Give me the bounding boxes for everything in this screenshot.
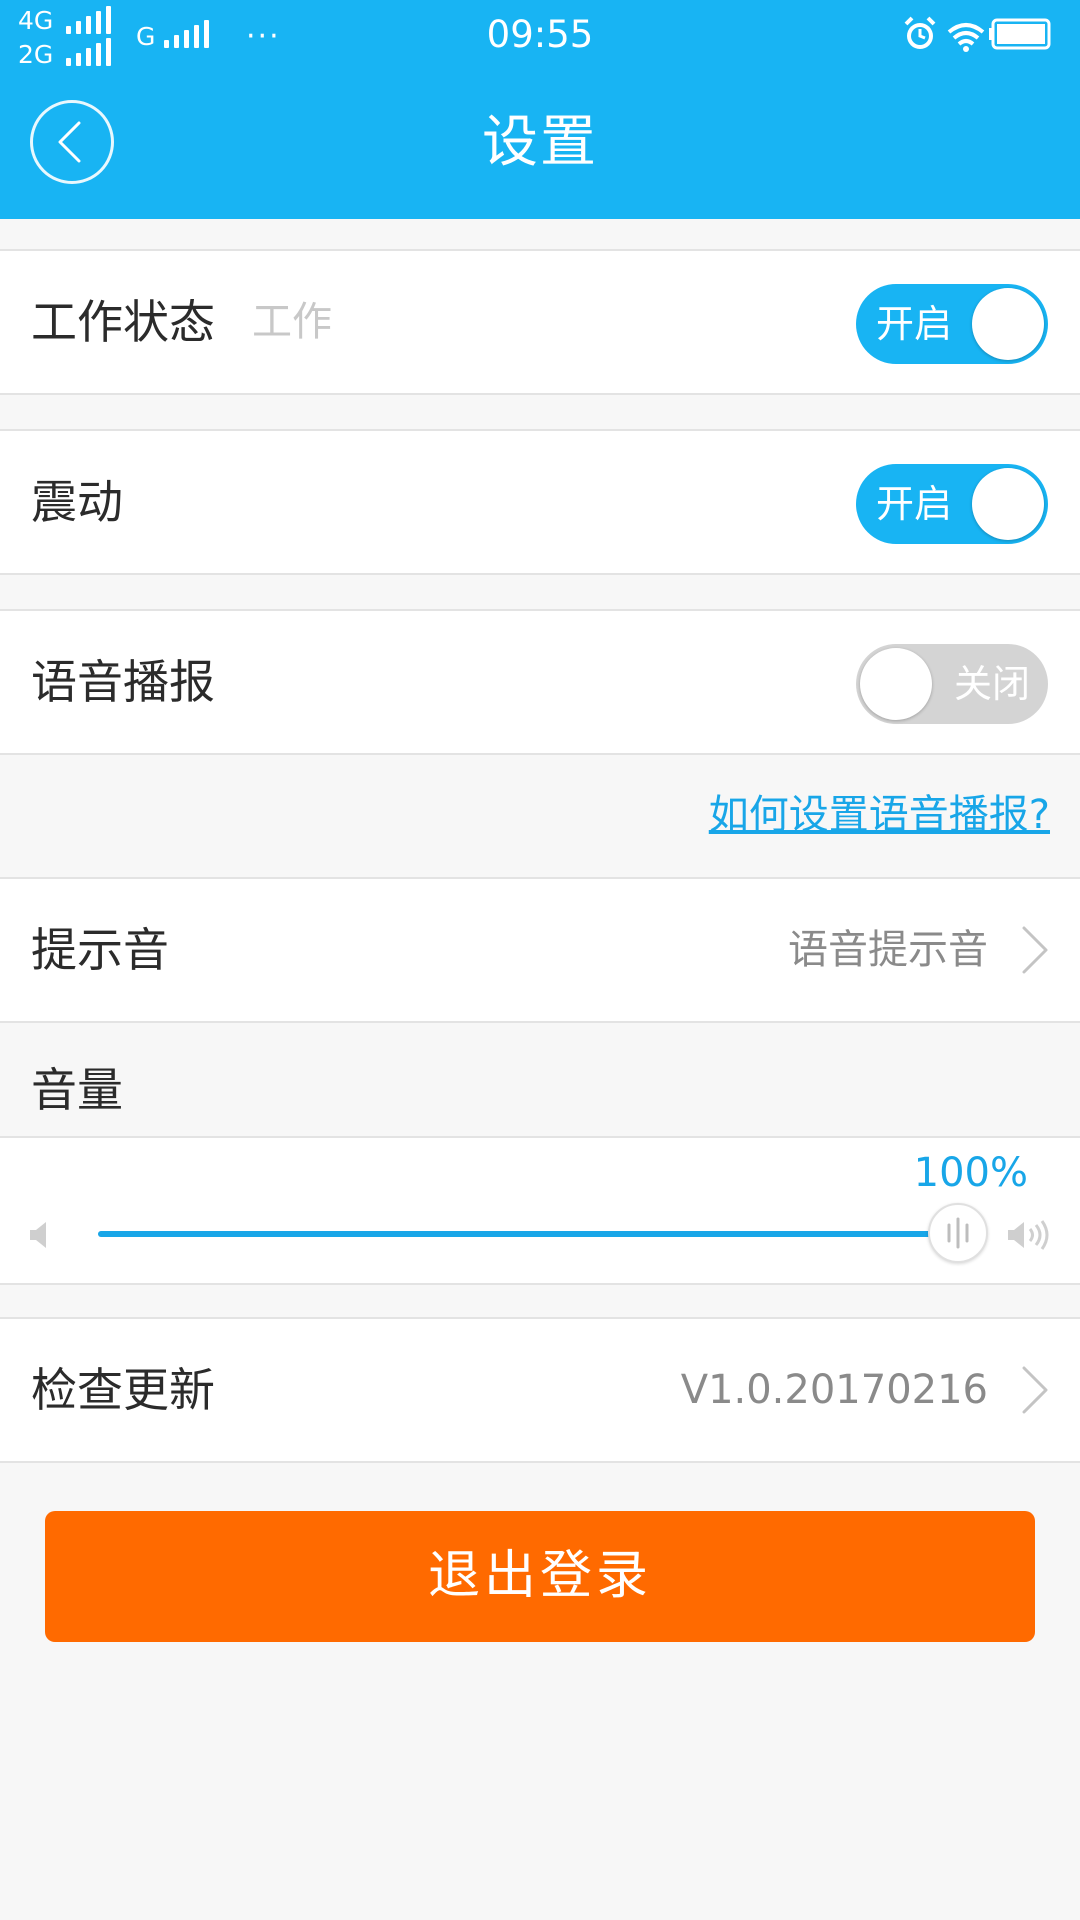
volume-slider-fill [98,1231,958,1237]
alarm-icon [904,16,936,49]
chevron-right-icon [1022,926,1048,974]
volume-slider[interactable] [98,1203,988,1263]
status-bar: 4G 2G G ··· 09:55 [0,0,1080,70]
voice-broadcast-help-link[interactable]: 如何设置语音播报? [709,790,1050,840]
work-status-sub: 工作 [252,299,332,345]
page-title: 设置 [482,110,598,175]
vibrate-row: 震动 开启 [0,429,1080,575]
toggle-knob [972,468,1044,540]
prompt-sound-label: 提示音 [31,923,169,977]
toggle-label: 开启 [876,302,953,346]
toggle-knob [860,648,932,720]
toggle-label: 开启 [876,482,953,526]
work-status-label: 工作状态 [31,295,215,349]
volume-label: 音量 [31,1063,123,1117]
vibrate-toggle[interactable]: 开启 [856,464,1048,544]
work-status-row: 工作状态 工作 开启 [0,249,1080,395]
volume-slider-thumb[interactable] [928,1203,988,1263]
toggle-label: 关闭 [953,662,1030,706]
logout-button[interactable]: 退出登录 [45,1511,1035,1642]
volume-high-icon [1008,1220,1049,1250]
volume-low-icon [30,1222,46,1248]
check-update-row[interactable]: 检查更新 V1.0.20170216 [0,1317,1080,1463]
app-version: V1.0.20170216 [680,1367,988,1413]
status-icons [902,14,1054,54]
voice-broadcast-label: 语音播报 [31,655,215,709]
prompt-sound-row[interactable]: 提示音 语音提示音 [0,877,1080,1023]
work-status-toggle[interactable]: 开启 [856,284,1048,364]
grip-icon [947,1217,969,1249]
vibrate-label: 震动 [31,475,123,529]
volume-percent: 100% [913,1150,1028,1196]
wifi-icon [947,23,985,52]
nav-bar: 设置 [0,70,1080,219]
toggle-knob [972,288,1044,360]
voice-broadcast-toggle[interactable]: 关闭 [856,644,1048,724]
battery-icon [989,18,1051,50]
check-update-label: 检查更新 [31,1363,215,1417]
chevron-right-icon [1022,1366,1048,1414]
volume-panel: 100% [0,1136,1080,1285]
voice-broadcast-row: 语音播报 关闭 [0,609,1080,755]
prompt-sound-value: 语音提示音 [788,927,988,973]
